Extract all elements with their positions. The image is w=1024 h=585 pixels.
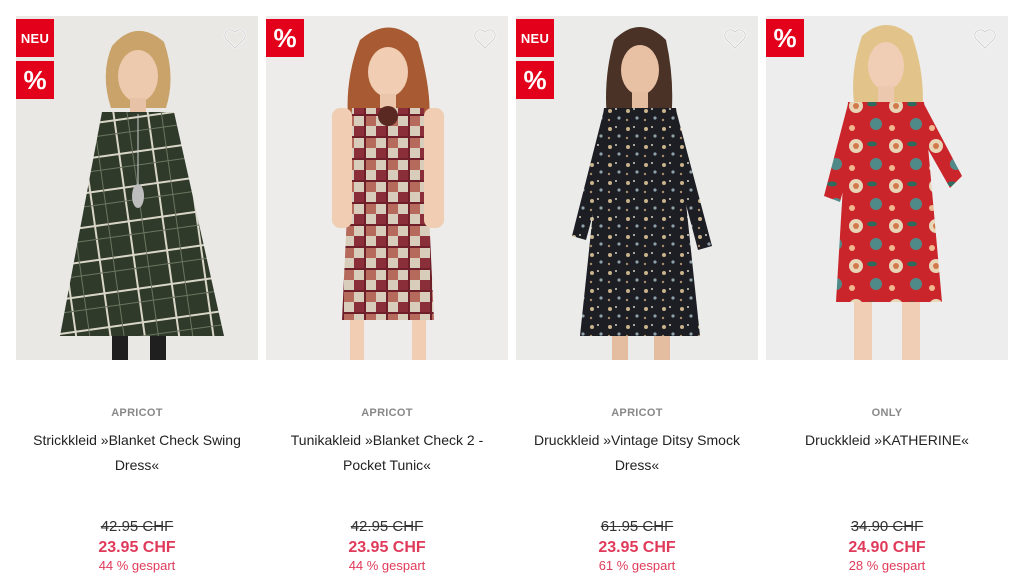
sale-price: 23.95 CHF bbox=[598, 539, 676, 556]
product-title-link[interactable]: Druckkleid »KATHERINE« bbox=[766, 428, 1008, 490]
new-badge: NEU bbox=[516, 19, 554, 57]
sale-price: 23.95 CHF bbox=[348, 539, 426, 556]
product-photo-red-check-tunic bbox=[266, 16, 508, 360]
product-image[interactable]: % bbox=[766, 16, 1008, 360]
savings-label: 44 % gespart bbox=[348, 558, 426, 573]
old-price: 42.95 CHF bbox=[100, 518, 174, 535]
product-info: ONLY Druckkleid »KATHERINE« 34.90 CHF 24… bbox=[766, 360, 1008, 574]
sale-badge: % bbox=[16, 61, 54, 99]
product-photo-red-floral-dress bbox=[766, 16, 1008, 360]
product-title-link[interactable]: Strickkleid »Blanket Check Swing Dress« bbox=[16, 428, 258, 490]
sale-badge: % bbox=[266, 19, 304, 57]
product-info: APRICOT Druckkleid »Vintage Ditsy Smock … bbox=[516, 360, 758, 574]
old-price: 42.95 CHF bbox=[350, 518, 424, 535]
heart-outline-icon[interactable] bbox=[472, 26, 498, 52]
savings-label: 61 % gespart bbox=[598, 558, 676, 573]
sale-price: 24.90 CHF bbox=[848, 539, 926, 556]
old-price: 34.90 CHF bbox=[850, 518, 924, 535]
product-info: APRICOT Tunikakleid »Blanket Check 2 - P… bbox=[266, 360, 508, 574]
savings-label: 44 % gespart bbox=[98, 558, 176, 573]
product-title-link[interactable]: Tunikakleid »Blanket Check 2 - Pocket Tu… bbox=[266, 428, 508, 490]
heart-outline-icon[interactable] bbox=[722, 26, 748, 52]
sale-price: 23.95 CHF bbox=[98, 539, 176, 556]
heart-outline-icon[interactable] bbox=[972, 26, 998, 52]
product-card[interactable]: NEU % APRICOT Strickkleid »Blanket Check… bbox=[16, 16, 258, 576]
product-brand: APRICOT bbox=[611, 407, 663, 419]
product-grid: NEU % APRICOT Strickkleid »Blanket Check… bbox=[0, 0, 1024, 585]
product-card[interactable]: % APRICOT Tunikakleid »Blanket Check 2 -… bbox=[266, 16, 508, 576]
sale-badge: % bbox=[766, 19, 804, 57]
product-card[interactable]: NEU % APRICOT Druckkleid »Vintage Ditsy … bbox=[516, 16, 758, 576]
savings-label: 28 % gespart bbox=[848, 558, 926, 573]
product-brand: ONLY bbox=[871, 407, 903, 419]
product-image[interactable]: NEU % bbox=[16, 16, 258, 360]
sale-badge: % bbox=[516, 61, 554, 99]
product-brand: APRICOT bbox=[361, 407, 413, 419]
product-info: APRICOT Strickkleid »Blanket Check Swing… bbox=[16, 360, 258, 574]
product-image[interactable]: % bbox=[266, 16, 508, 360]
new-badge: NEU bbox=[16, 19, 54, 57]
product-brand: APRICOT bbox=[111, 407, 163, 419]
product-image[interactable]: NEU % bbox=[516, 16, 758, 360]
product-title-link[interactable]: Druckkleid »Vintage Ditsy Smock Dress« bbox=[516, 428, 758, 490]
heart-outline-icon[interactable] bbox=[222, 26, 248, 52]
old-price: 61.95 CHF bbox=[600, 518, 674, 535]
product-card[interactable]: % ONLY Druckkleid »KATHERINE« 34.90 CHF … bbox=[766, 16, 1008, 576]
